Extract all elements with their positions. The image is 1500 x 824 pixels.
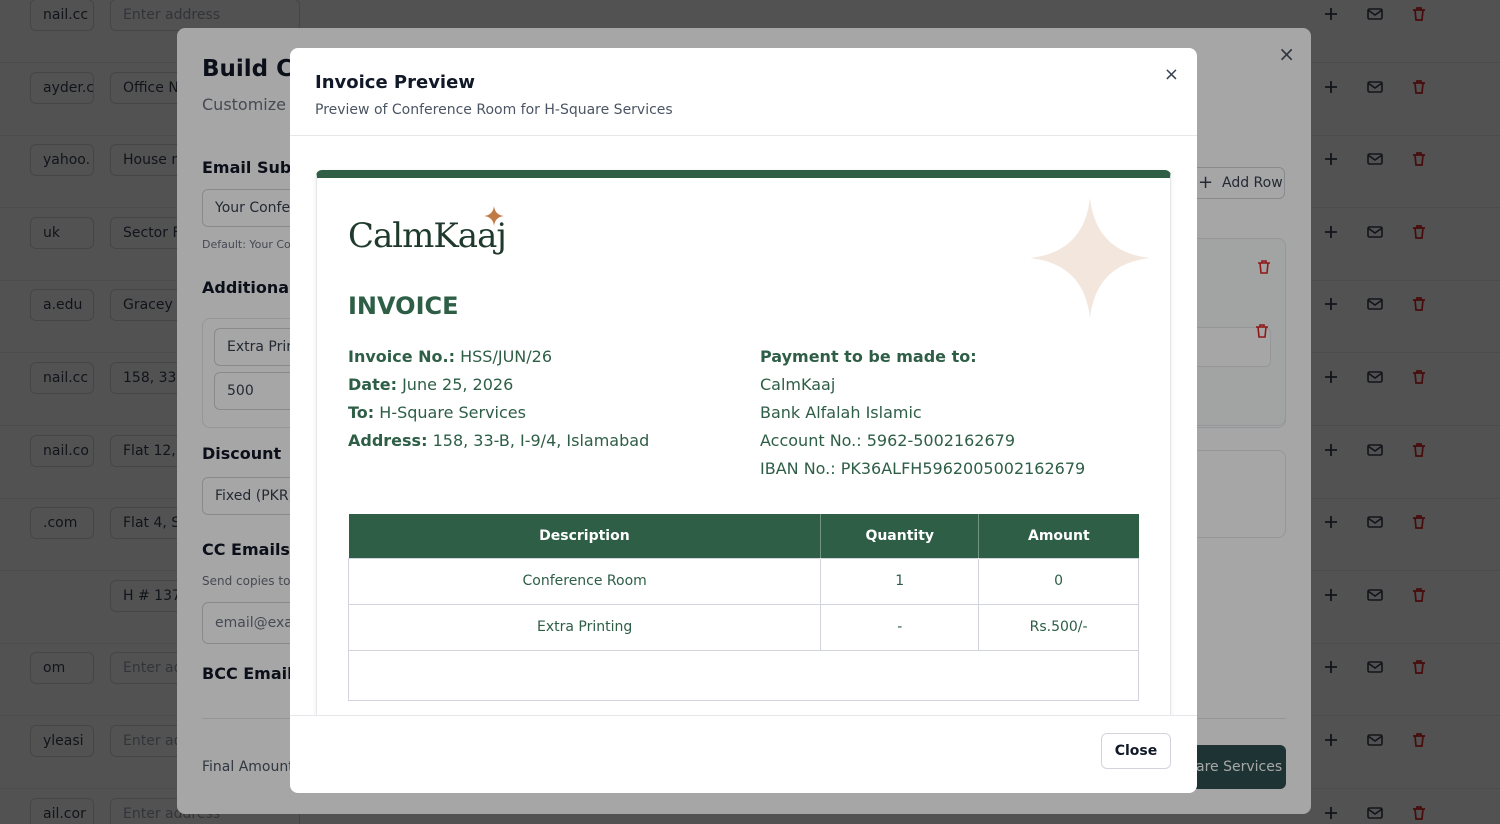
invoice-heading: INVOICE	[348, 292, 459, 320]
invoice-number-value: HSS/JUN/26	[460, 347, 552, 366]
invoice-details: Invoice No.: HSS/JUN/26 Date: June 25, 2…	[348, 343, 649, 455]
item-quantity: 1	[820, 557, 980, 605]
item-quantity: -	[820, 603, 980, 651]
column-header-quantity: Quantity	[820, 514, 980, 558]
invoice-preview-modal: Invoice Preview Preview of Conference Ro…	[290, 48, 1197, 793]
table-row: Extra Printing - Rs.500/-	[347, 603, 1139, 651]
close-button[interactable]: Close	[1101, 733, 1171, 769]
invoice-address-value: 158, 33-B, I-9/4, Islamabad	[432, 431, 650, 450]
table-header-row: Description Quantity Amount	[348, 514, 1139, 558]
invoice-number-line: Invoice No.: HSS/JUN/26	[348, 343, 649, 371]
item-amount: 0	[978, 557, 1139, 605]
invoice-document: CalmKaaj INVOICE Invoice No.: HSS/JUN/26…	[316, 170, 1171, 715]
item-amount: Rs.500/-	[978, 603, 1139, 651]
payee-name: CalmKaaj	[760, 375, 836, 394]
invoice-items-table: Description Quantity Amount Conference R…	[347, 514, 1139, 701]
preview-title: Invoice Preview	[315, 72, 475, 93]
iban-number: IBAN No.: PK36ALFH5962005002162679	[760, 459, 1086, 478]
invoice-date-line: Date: June 25, 2026	[348, 371, 649, 399]
item-description: Conference Room	[347, 557, 822, 605]
empty-cell	[348, 649, 1139, 701]
invoice-address-line: Address: 158, 33-B, I-9/4, Islamabad	[348, 427, 649, 455]
calmkaaj-logo: CalmKaaj	[348, 216, 507, 256]
invoice-date-value: June 25, 2026	[402, 375, 514, 394]
preview-subtitle: Preview of Conference Room for H-Square …	[315, 102, 673, 118]
logo-star-icon	[484, 206, 504, 226]
account-number: Account No.: 5962-5002162679	[760, 431, 1016, 450]
column-header-description: Description	[348, 514, 822, 558]
invoice-address-label: Address:	[348, 431, 428, 450]
decorative-star-icon	[1030, 198, 1150, 318]
preview-footer: Close	[290, 715, 1197, 793]
column-header-amount: Amount	[978, 514, 1139, 558]
table-row-empty	[348, 649, 1139, 701]
payment-label: Payment to be made to:	[760, 347, 977, 366]
invoice-to-value: H-Square Services	[379, 403, 526, 422]
preview-body: CalmKaaj INVOICE Invoice No.: HSS/JUN/26…	[290, 136, 1197, 715]
bank-name: Bank Alfalah Islamic	[760, 403, 922, 422]
invoice-to-label: To:	[348, 403, 375, 422]
item-description: Extra Printing	[347, 603, 822, 651]
payment-details: Payment to be made to: CalmKaaj Bank Alf…	[760, 343, 1085, 483]
invoice-date-label: Date:	[348, 375, 397, 394]
preview-header: Invoice Preview Preview of Conference Ro…	[290, 48, 1197, 136]
close-icon[interactable]: ×	[1164, 64, 1179, 85]
invoice-number-label: Invoice No.:	[348, 347, 456, 366]
table-row: Conference Room 1 0	[347, 557, 1139, 605]
invoice-to-line: To: H-Square Services	[348, 399, 649, 427]
